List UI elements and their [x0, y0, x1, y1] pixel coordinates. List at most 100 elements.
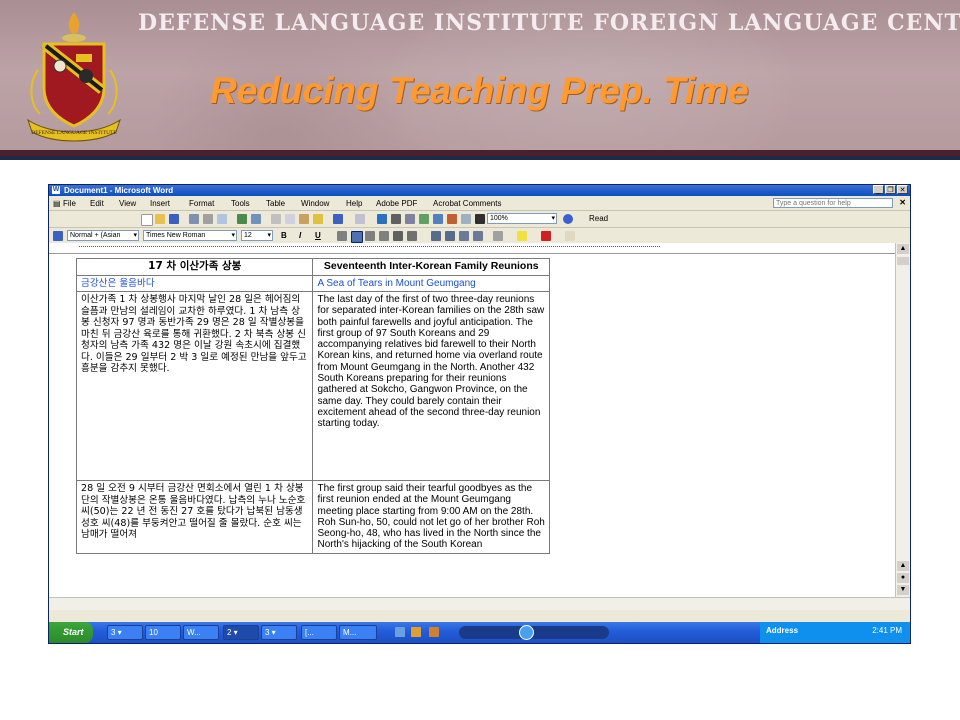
taskbar-group-folders[interactable]: 3 ▾: [261, 625, 297, 640]
scroll-up-icon[interactable]: ▲: [897, 244, 909, 254]
drawing-icon[interactable]: [447, 214, 457, 224]
dli-crest-icon: DEFENSE LANGUAGE INSTITUTE: [27, 12, 121, 142]
quicklaunch-app-icon[interactable]: [429, 627, 439, 637]
font-color-icon[interactable]: [541, 231, 551, 241]
doc-menu-icon[interactable]: ▤: [53, 199, 61, 208]
print-preview-icon[interactable]: [217, 214, 227, 224]
paragraph2-english: The first group said their tearful goodb…: [312, 480, 550, 554]
align-left-icon[interactable]: [337, 231, 347, 241]
menu-file[interactable]: File: [63, 199, 76, 208]
quicklaunch-icon[interactable]: [411, 627, 421, 637]
menu-format[interactable]: Format: [189, 199, 214, 208]
insert-table-icon[interactable]: [405, 214, 415, 224]
columns-icon[interactable]: [433, 214, 443, 224]
subtitle-english: A Sea of Tears in Mount Geumgang: [312, 274, 550, 292]
paste-icon[interactable]: [299, 214, 309, 224]
clock[interactable]: 2:41 PM: [872, 626, 902, 635]
word-app-icon: W: [52, 186, 60, 194]
research-icon[interactable]: [251, 214, 261, 224]
align-center-icon[interactable]: [351, 231, 363, 243]
read-button[interactable]: Read: [589, 214, 608, 223]
window-title: Document1 - Microsoft Word: [64, 186, 174, 195]
redo-icon[interactable]: [355, 214, 365, 224]
show-hide-icon[interactable]: [475, 214, 485, 224]
subtitle-korean: 금강산은 울음바다: [75, 274, 314, 292]
play-icon[interactable]: [519, 625, 534, 640]
menu-table[interactable]: Table: [266, 199, 285, 208]
permission-icon[interactable]: [189, 214, 199, 224]
paragraph1-english: The last day of the first of two three-d…: [312, 291, 550, 481]
bullets-icon[interactable]: [445, 231, 455, 241]
close-icon[interactable]: ✕: [897, 185, 908, 194]
menu-view[interactable]: View: [119, 199, 136, 208]
taskbar-group-word[interactable]: 2 ▾: [223, 625, 259, 640]
help-search-input[interactable]: Type a question for help: [773, 198, 893, 208]
toolbar-options-icon[interactable]: [565, 231, 575, 241]
standard-toolbar: 100% Read: [49, 211, 910, 228]
banner-stripe-navy: [0, 156, 960, 160]
document-page[interactable]: 17 차 이산가족 상봉 Seventeenth Inter-Korean Fa…: [49, 254, 895, 597]
align-right-icon[interactable]: [365, 231, 375, 241]
styles-formatting-icon[interactable]: [53, 231, 63, 241]
spelling-icon[interactable]: [237, 214, 247, 224]
menu-window[interactable]: Window: [301, 199, 329, 208]
menu-help[interactable]: Help: [346, 199, 362, 208]
font-size-select[interactable]: 12: [241, 230, 273, 241]
taskbar-group-web[interactable]: W...: [183, 625, 219, 640]
taskbar-item-app[interactable]: [...: [301, 625, 337, 640]
media-player-bar[interactable]: [459, 626, 609, 639]
numbering-icon[interactable]: [431, 231, 441, 241]
organization-name: DEFENSE LANGUAGE INSTITUTE FOREIGN LANGU…: [138, 10, 960, 36]
justify-icon[interactable]: [379, 231, 389, 241]
prev-page-icon[interactable]: ▲: [897, 561, 909, 571]
help-icon[interactable]: [563, 214, 573, 224]
horizontal-scrollbar[interactable]: [49, 597, 910, 610]
menu-acrobat-comments[interactable]: Acrobat Comments: [433, 199, 501, 208]
bold-button[interactable]: B: [281, 231, 287, 240]
new-doc-icon[interactable]: [141, 214, 153, 226]
quicklaunch-ie-icon[interactable]: [395, 627, 405, 637]
windows-taskbar: Start 3 ▾ 10 W... 2 ▾ 3 ▾ [... M... Addr…: [49, 622, 910, 643]
borders-icon[interactable]: [493, 231, 503, 241]
document-map-icon[interactable]: [461, 214, 471, 224]
underline-button[interactable]: U: [315, 231, 321, 240]
menu-insert[interactable]: Insert: [150, 199, 170, 208]
horizontal-ruler[interactable]: [49, 243, 910, 254]
menu-adobe-pdf[interactable]: Adobe PDF: [376, 199, 417, 208]
vertical-scrollbar[interactable]: ▲ ▲ ● ▼: [895, 243, 910, 597]
taskbar-item-mail[interactable]: M...: [339, 625, 377, 640]
increase-indent-icon[interactable]: [473, 231, 483, 241]
system-tray: Address 2:41 PM: [760, 622, 910, 643]
format-painter-icon[interactable]: [313, 214, 323, 224]
font-select[interactable]: Times New Roman: [143, 230, 237, 241]
print-icon[interactable]: [203, 214, 213, 224]
doc-close-icon[interactable]: ✕: [899, 198, 906, 207]
decrease-indent-icon[interactable]: [459, 231, 469, 241]
italic-button[interactable]: I: [299, 231, 301, 240]
line-spacing-icon[interactable]: [407, 231, 417, 241]
taskbar-group-explorer[interactable]: 3 ▾: [107, 625, 143, 640]
tables-borders-icon[interactable]: [391, 214, 401, 224]
open-folder-icon[interactable]: [155, 214, 165, 224]
select-browse-icon[interactable]: ●: [897, 573, 909, 583]
taskbar-group-ie[interactable]: 10: [145, 625, 181, 640]
zoom-select[interactable]: 100%: [487, 213, 557, 224]
next-page-icon[interactable]: ▼: [897, 585, 909, 595]
window-titlebar[interactable]: W Document1 - Microsoft Word _ ❐ ✕: [49, 185, 910, 196]
hyperlink-icon[interactable]: [377, 214, 387, 224]
start-button[interactable]: Start: [49, 622, 93, 643]
insert-excel-icon[interactable]: [419, 214, 429, 224]
cut-icon[interactable]: [271, 214, 281, 224]
scroll-thumb[interactable]: [897, 257, 909, 265]
address-label[interactable]: Address: [766, 626, 798, 635]
menu-edit[interactable]: Edit: [90, 199, 104, 208]
save-icon[interactable]: [169, 214, 179, 224]
minimize-icon[interactable]: _: [873, 185, 884, 194]
maximize-icon[interactable]: ❐: [885, 185, 896, 194]
distributed-icon[interactable]: [393, 231, 403, 241]
copy-icon[interactable]: [285, 214, 295, 224]
style-select[interactable]: Normal + (Asian: [67, 230, 139, 241]
highlight-icon[interactable]: [517, 231, 527, 241]
menu-tools[interactable]: Tools: [231, 199, 250, 208]
undo-icon[interactable]: [333, 214, 343, 224]
